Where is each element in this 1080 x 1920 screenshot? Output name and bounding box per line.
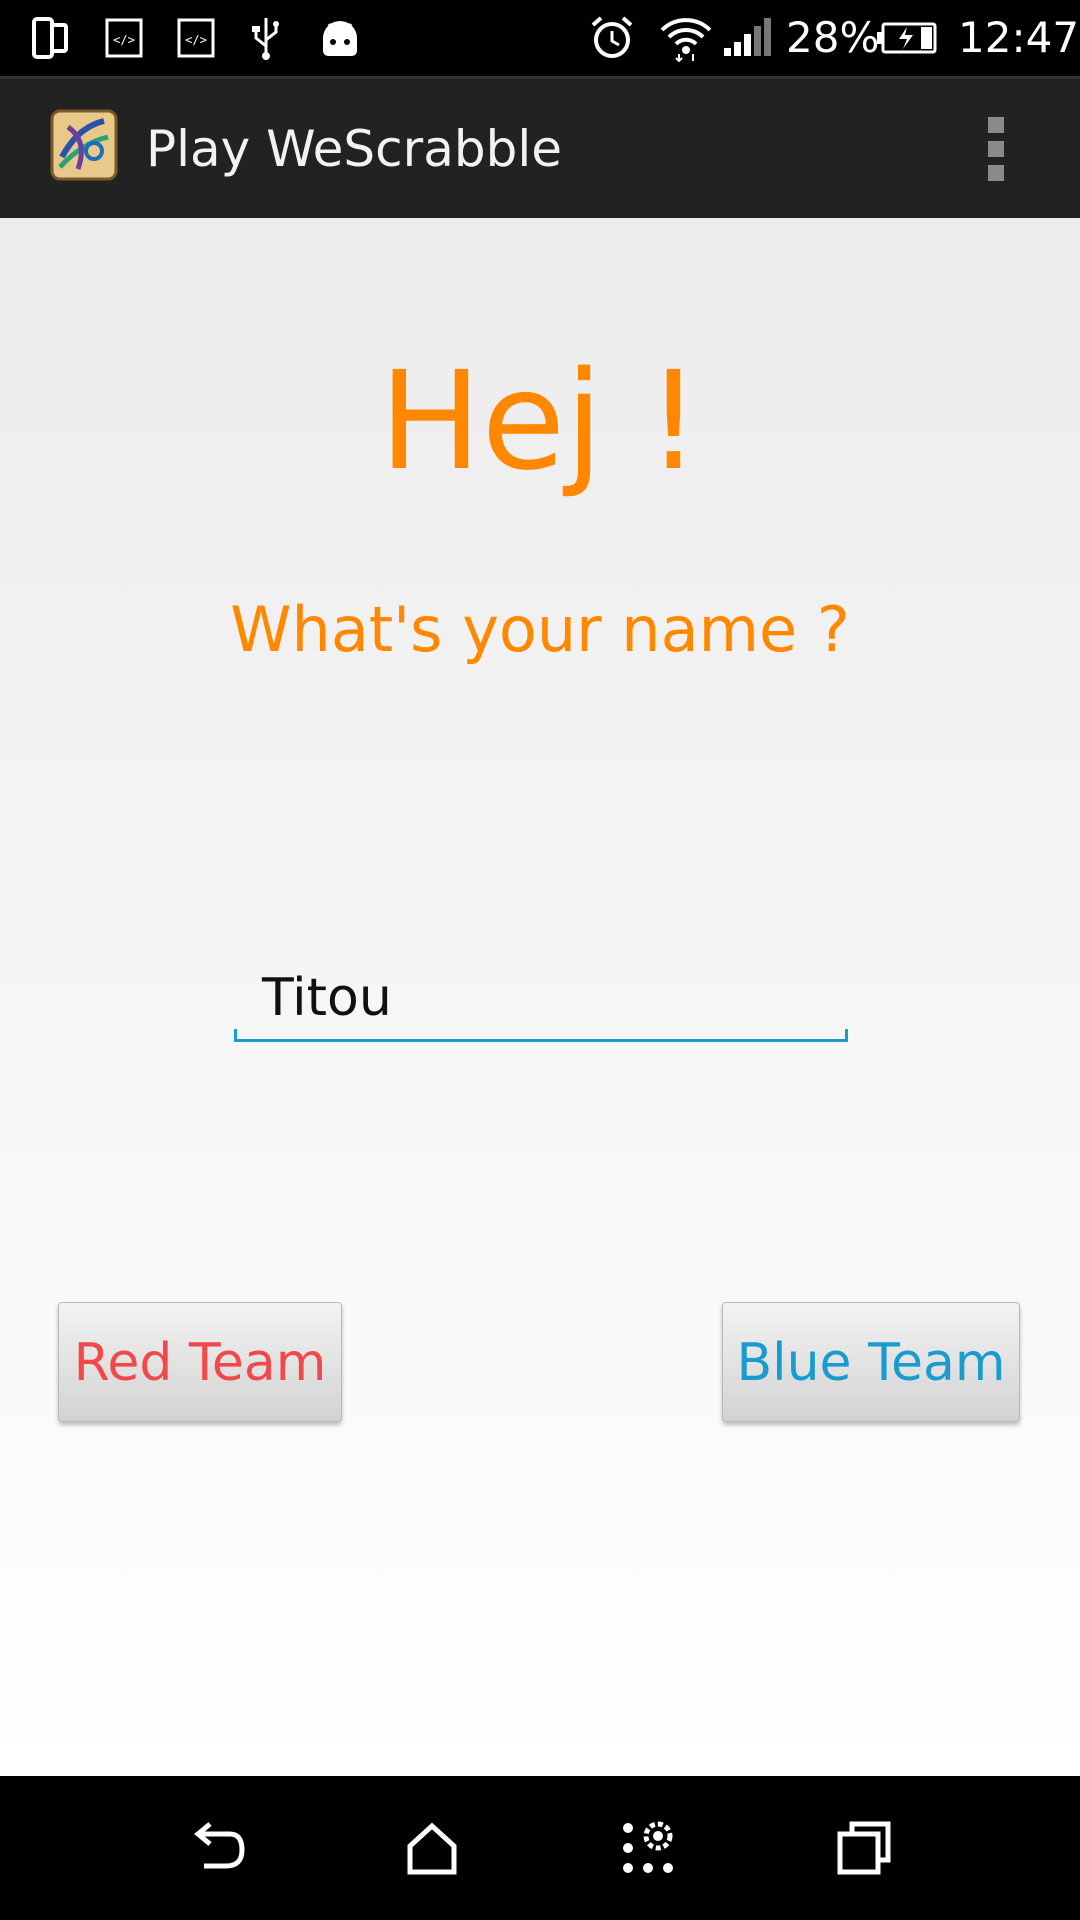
code-icon: </>	[104, 12, 144, 64]
name-input[interactable]: Titou	[234, 962, 848, 1042]
recents-icon[interactable]	[828, 1812, 900, 1884]
navigation-bar	[0, 1776, 1080, 1920]
status-bar: </> </> 28% 12:47	[0, 0, 1080, 76]
android-icon	[318, 12, 362, 64]
input-underline	[234, 1029, 848, 1042]
name-input-value[interactable]: Titou	[262, 962, 392, 1034]
overflow-menu-icon[interactable]	[980, 117, 1012, 187]
main-content: Hej ! What's your name ? Titou Red Team …	[0, 218, 1080, 1776]
action-bar: Play WeScrabble	[0, 76, 1080, 218]
svg-text:</>: </>	[185, 33, 207, 47]
home-icon[interactable]	[396, 1812, 468, 1884]
app-title: Play WeScrabble	[146, 120, 562, 178]
alarm-icon	[588, 12, 636, 64]
phone-outline-icon	[28, 12, 72, 64]
code-icon: </>	[176, 12, 216, 64]
app-logo-icon[interactable]	[48, 107, 120, 183]
apps-settings-icon[interactable]	[612, 1812, 684, 1884]
name-prompt: What's your name ?	[230, 593, 850, 666]
signal-icon	[722, 12, 772, 64]
wifi-icon	[658, 12, 714, 64]
usb-icon	[246, 12, 286, 64]
battery-percent: 28%	[786, 13, 880, 62]
red-team-button[interactable]: Red Team	[58, 1302, 342, 1422]
battery-charging-icon	[876, 12, 938, 64]
blue-team-button[interactable]: Blue Team	[722, 1302, 1020, 1422]
clock: 12:47	[958, 13, 1080, 62]
greeting-heading: Hej !	[379, 343, 701, 501]
svg-text:</>: </>	[113, 33, 135, 47]
back-icon[interactable]	[180, 1812, 252, 1884]
